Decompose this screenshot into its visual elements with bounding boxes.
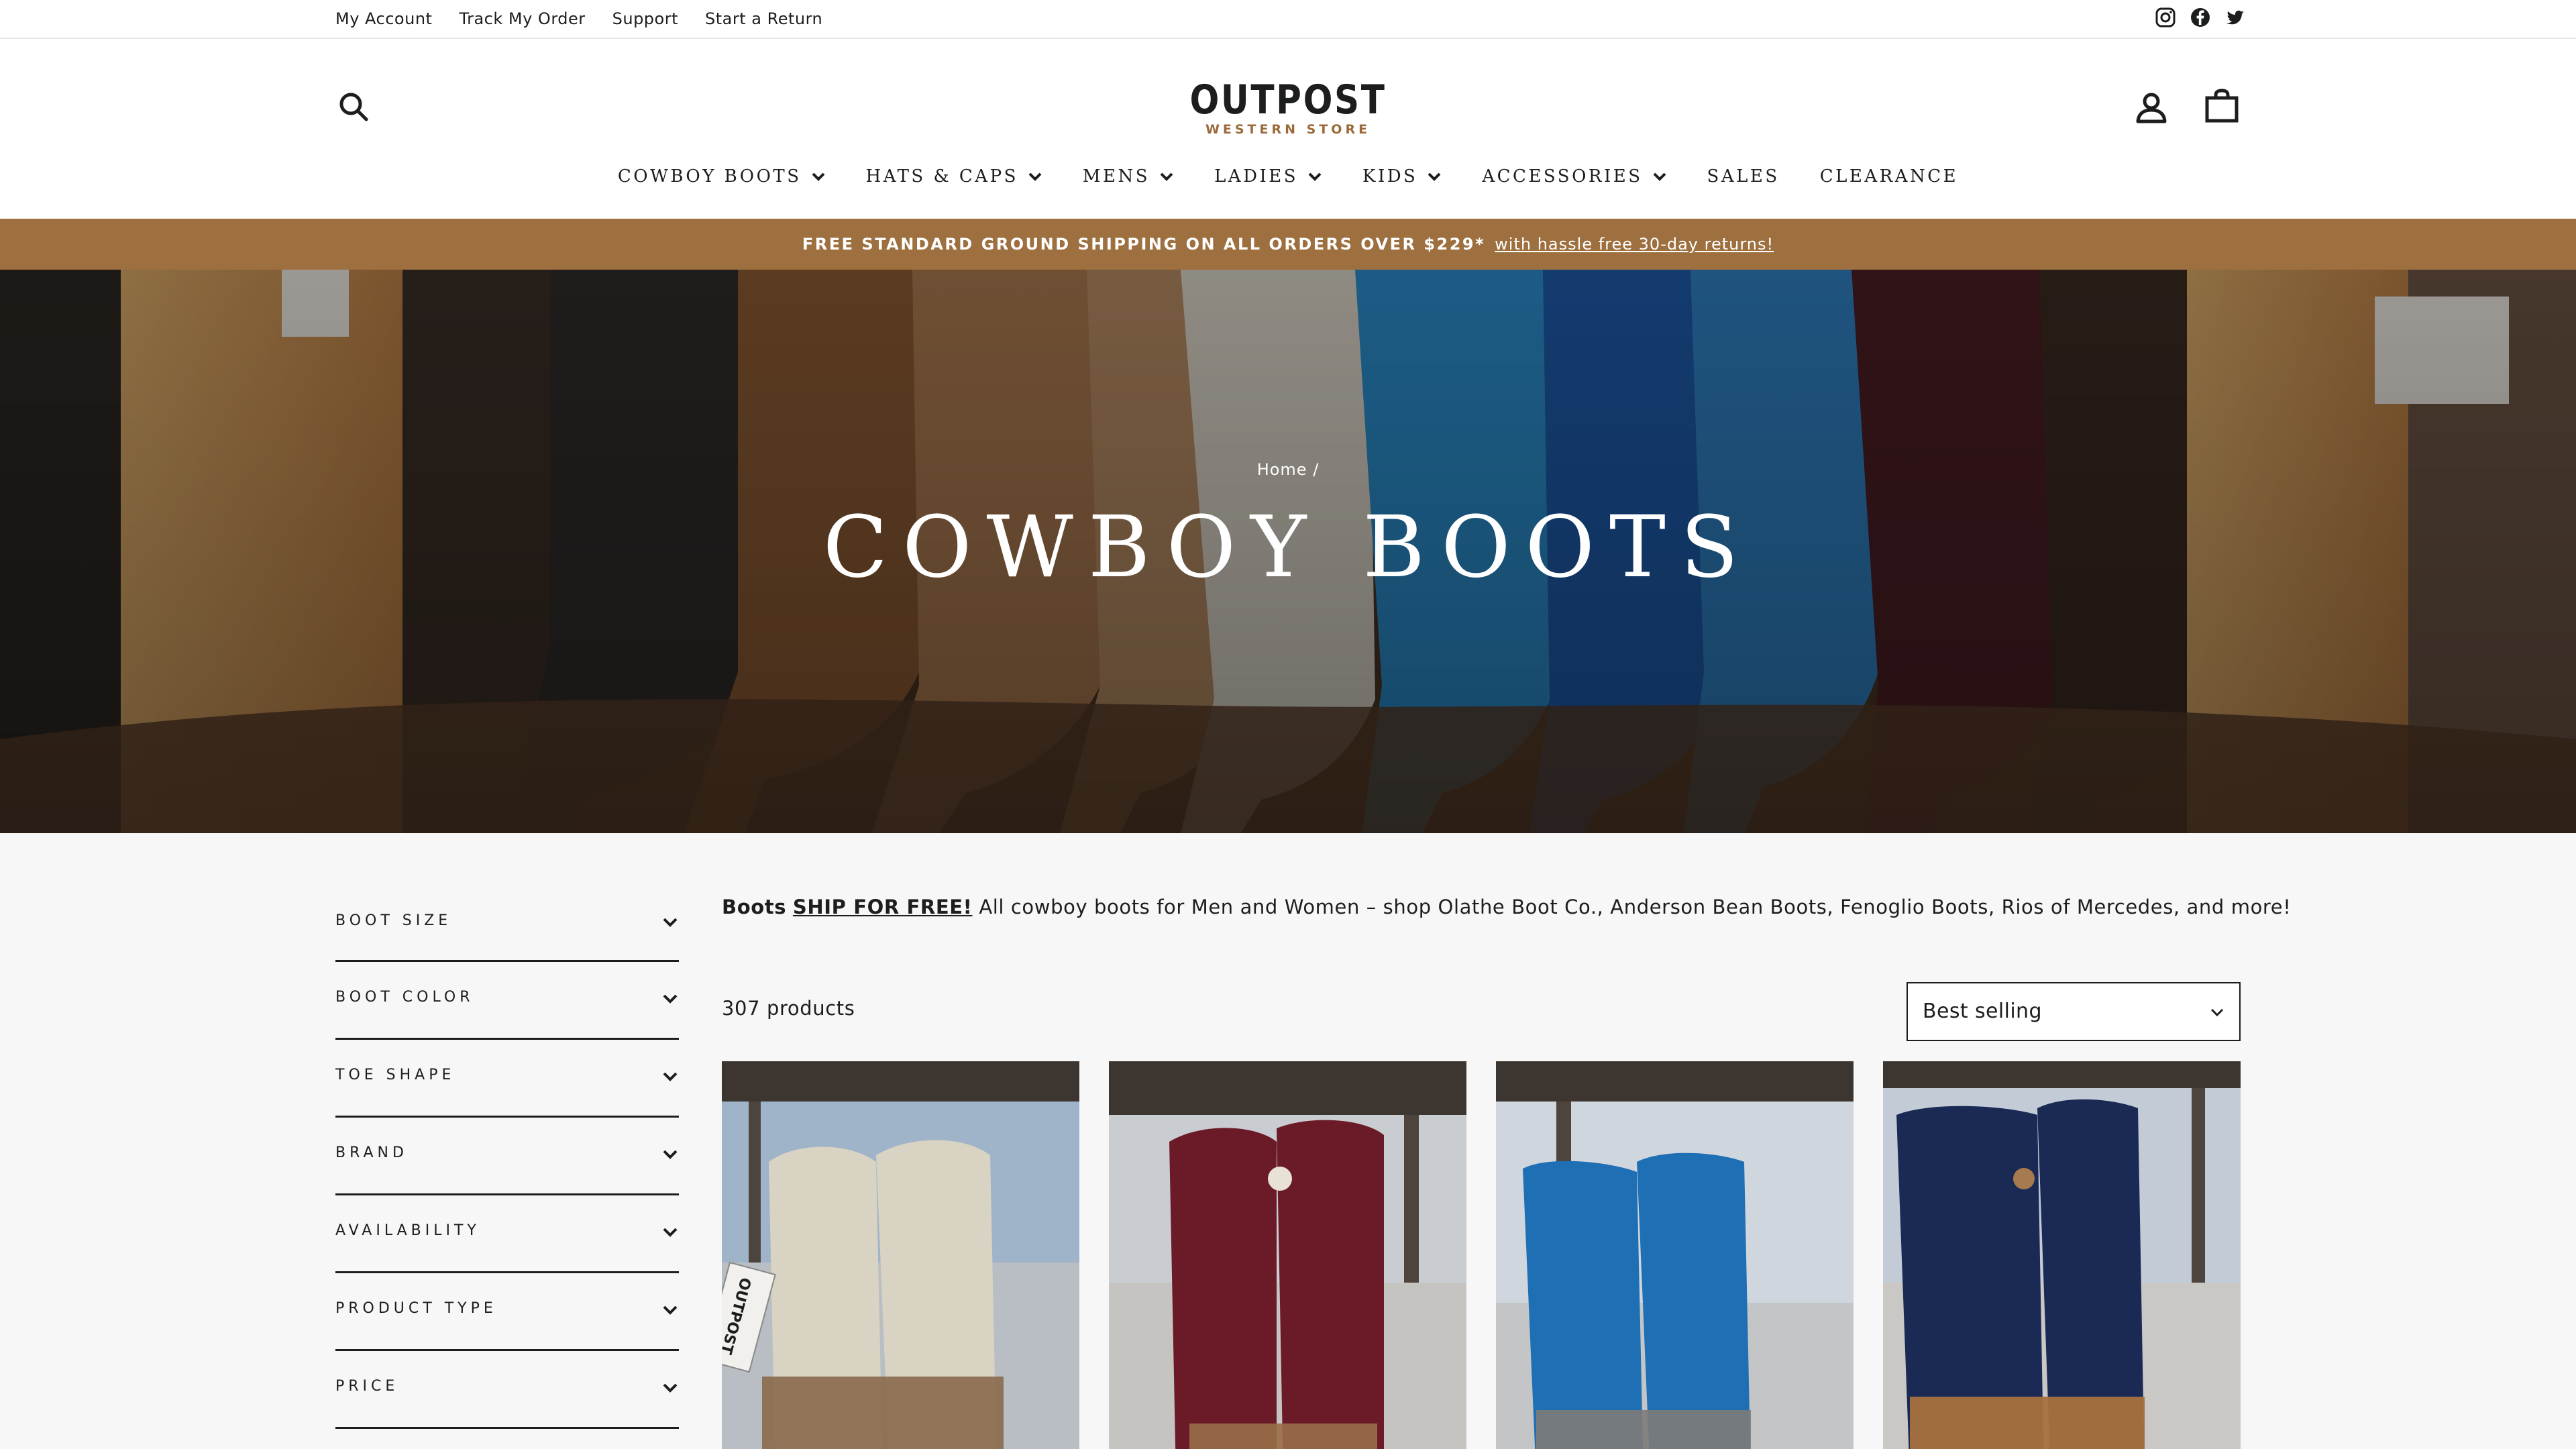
filter-label: AVAILABILITY xyxy=(335,1222,480,1239)
chevron-down-icon xyxy=(1307,169,1322,184)
site-header: OUTPOST WESTERN STORE COWBOY BOOTS HATS … xyxy=(0,39,2576,219)
nav-clearance[interactable]: CLEARANCE xyxy=(1820,166,1958,186)
product-grid: OUTPOST xyxy=(722,1061,2241,1449)
instagram-icon[interactable] xyxy=(2155,7,2176,28)
chevron-down-icon xyxy=(661,1146,679,1163)
chevron-down-icon xyxy=(661,1301,679,1319)
product-count: 307 products xyxy=(722,997,855,1020)
ship-free-link[interactable]: SHIP FOR FREE! xyxy=(793,896,973,918)
nav-label: MENS xyxy=(1082,166,1150,186)
product-image: OUTPOST xyxy=(722,1061,1079,1449)
filter-boot-color[interactable]: BOOT COLOR xyxy=(335,962,679,1040)
filter-boot-size[interactable]: BOOT SIZE xyxy=(335,890,679,962)
nav-label: SALES xyxy=(1707,166,1780,186)
filter-brand[interactable]: BRAND xyxy=(335,1118,679,1195)
boot-shaft xyxy=(1277,1120,1384,1449)
support-link[interactable]: Support xyxy=(612,9,678,28)
account-button[interactable] xyxy=(2133,90,2169,126)
returns-link[interactable]: with hassle free 30-day returns! xyxy=(1495,235,1774,254)
chevron-down-icon xyxy=(661,1068,679,1085)
description-lead: Boots xyxy=(722,896,787,918)
boot-shaft xyxy=(2037,1099,2145,1449)
facebook-icon[interactable] xyxy=(2190,7,2211,28)
description-text: All cowboy boots for Men and Women – sho… xyxy=(979,896,2292,918)
chevron-down-icon xyxy=(661,1379,679,1397)
chevron-down-icon xyxy=(811,169,826,184)
product-image xyxy=(1883,1061,2241,1449)
sort-value: Best selling xyxy=(1923,1000,2042,1023)
filter-toe-shape[interactable]: TOE SHAPE xyxy=(335,1040,679,1118)
chevron-down-icon xyxy=(1159,169,1174,184)
nav-hats-caps[interactable]: HATS & CAPS xyxy=(866,166,1042,186)
search-icon xyxy=(339,93,368,121)
nav-label: KIDS xyxy=(1362,166,1418,186)
my-account-link[interactable]: My Account xyxy=(335,9,432,28)
boot-foot xyxy=(1536,1410,1751,1449)
boot-shaft xyxy=(1637,1152,1751,1449)
filter-label: PRODUCT TYPE xyxy=(335,1300,497,1317)
chevron-down-icon xyxy=(661,914,679,931)
chevron-down-icon xyxy=(661,1224,679,1241)
nav-label: COWBOY BOOTS xyxy=(617,166,802,186)
cart-button[interactable] xyxy=(2203,87,2241,125)
nav-sales[interactable]: SALES xyxy=(1707,166,1780,186)
product-card[interactable]: OUTPOST xyxy=(722,1061,1079,1449)
utility-links: My Account Track My Order Support Start … xyxy=(335,0,822,38)
product-card[interactable] xyxy=(1496,1061,1854,1449)
nav-label: LADIES xyxy=(1214,166,1299,186)
chevron-down-icon xyxy=(1652,169,1667,184)
track-order-link[interactable]: Track My Order xyxy=(459,9,585,28)
sort-select[interactable]: Best selling xyxy=(1907,982,2241,1041)
product-card[interactable] xyxy=(1883,1061,2241,1449)
store-logo[interactable]: OUTPOST WESTERN STORE xyxy=(1154,79,1422,146)
filter-label: PRICE xyxy=(335,1378,399,1395)
product-image xyxy=(1496,1061,1854,1449)
nav-cowboy-boots[interactable]: COWBOY BOOTS xyxy=(618,166,826,186)
filter-label: BOOT COLOR xyxy=(335,989,474,1006)
announcement-text: FREE STANDARD GROUND SHIPPING ON ALL ORD… xyxy=(802,235,1486,254)
logo-tagline: WESTERN STORE xyxy=(1205,122,1371,137)
announcement-bar: FREE STANDARD GROUND SHIPPING ON ALL ORD… xyxy=(0,219,2576,270)
boot-foot xyxy=(1910,1397,2145,1449)
search-button[interactable] xyxy=(335,89,372,125)
boot-shaft xyxy=(1169,1128,1277,1449)
social-links xyxy=(2155,0,2246,35)
product-card[interactable] xyxy=(1109,1061,1466,1449)
utility-bar: My Account Track My Order Support Start … xyxy=(0,0,2576,39)
chevron-down-icon xyxy=(1427,169,1442,184)
chevron-down-icon xyxy=(661,990,679,1008)
boot-foot xyxy=(762,1377,1004,1449)
filter-price[interactable]: PRICE xyxy=(335,1351,679,1429)
start-return-link[interactable]: Start a Return xyxy=(705,9,822,28)
account-icon xyxy=(2136,93,2167,123)
filter-availability[interactable]: AVAILABILITY xyxy=(335,1195,679,1273)
chevron-down-icon xyxy=(2208,1004,2226,1021)
nav-accessories[interactable]: ACCESSORIES xyxy=(1482,166,1666,186)
filter-product-type[interactable]: PRODUCT TYPE xyxy=(335,1273,679,1351)
nav-kids[interactable]: KIDS xyxy=(1362,166,1442,186)
collection-description: Boots SHIP FOR FREE! All cowboy boots fo… xyxy=(722,892,2291,922)
filter-label: TOE SHAPE xyxy=(335,1067,455,1083)
chevron-down-icon xyxy=(1028,169,1042,184)
logo-wordmark: OUTPOST xyxy=(1189,76,1387,123)
breadcrumb-home[interactable]: Home xyxy=(1257,460,1307,479)
nav-mens[interactable]: MENS xyxy=(1083,166,1174,186)
breadcrumb-separator: / xyxy=(1313,460,1320,479)
nav-label: HATS & CAPS xyxy=(865,166,1018,186)
twitter-icon[interactable] xyxy=(2224,7,2246,28)
collection-hero: Home / COWBOY BOOTS xyxy=(0,270,2576,833)
cart-icon xyxy=(2205,89,2239,123)
nav-label: CLEARANCE xyxy=(1819,166,1959,186)
nav-label: ACCESSORIES xyxy=(1482,166,1643,186)
filter-label: BOOT SIZE xyxy=(335,912,452,929)
boot-shaft xyxy=(1523,1161,1644,1449)
filter-sidebar: BOOT SIZE BOOT COLOR TOE SHAPE BRAND AVA… xyxy=(335,890,679,1429)
nav-ladies[interactable]: LADIES xyxy=(1214,166,1322,186)
product-image xyxy=(1109,1061,1466,1449)
page-title: COWBOY BOOTS xyxy=(822,498,1754,596)
main-navigation: COWBOY BOOTS HATS & CAPS MENS LADIES KID… xyxy=(0,153,2576,200)
filter-label: BRAND xyxy=(335,1144,408,1161)
breadcrumb: Home / xyxy=(0,460,2576,479)
boot-foot xyxy=(1189,1424,1377,1449)
